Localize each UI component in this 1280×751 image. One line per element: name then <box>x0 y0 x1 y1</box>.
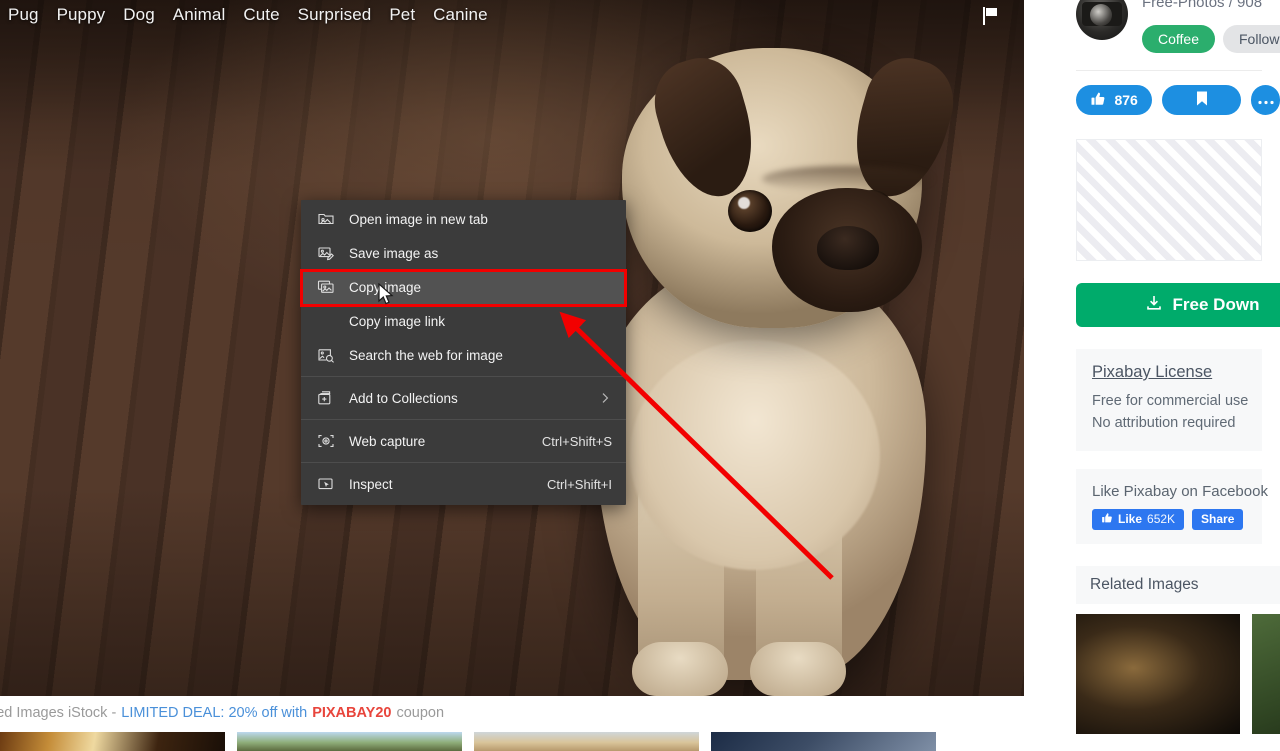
tag-link[interactable]: Puppy <box>57 5 106 25</box>
sponsored-images-bar: nsored Images iStock - LIMITED DEAL: 20%… <box>0 696 1024 730</box>
facebook-share-button[interactable]: Share <box>1192 508 1244 530</box>
menu-item-label: Search the web for image <box>349 347 503 363</box>
tag-link[interactable]: Animal <box>173 5 226 25</box>
sponsored-thumbnail[interactable] <box>0 732 225 751</box>
follow-button[interactable]: Follow <box>1223 25 1280 53</box>
facebook-like-button[interactable]: Like 652K <box>1092 508 1185 530</box>
download-icon <box>1145 294 1163 317</box>
tag-link[interactable]: Cute <box>243 5 279 25</box>
sponsored-thumbnail[interactable] <box>237 732 462 751</box>
save-button[interactable] <box>1162 85 1242 115</box>
menu-item-open-image-in-new-tab[interactable]: Open image in new tab <box>301 202 626 236</box>
related-images-title: Related Images <box>1076 565 1280 604</box>
pixabay-license-link[interactable]: Pixabay License <box>1092 363 1212 382</box>
sponsored-label: nsored Images iStock - <box>0 705 117 721</box>
free-download-button[interactable]: Free Down <box>1076 283 1280 327</box>
sidebar-scrollbar[interactable] <box>1274 0 1280 751</box>
tag-link[interactable]: Canine <box>433 5 487 25</box>
menu-item-label: Add to Collections <box>349 390 458 406</box>
no-icon <box>313 310 339 332</box>
collections-icon <box>313 387 339 409</box>
save-image-icon <box>313 242 339 264</box>
search-image-icon <box>313 344 339 366</box>
sponsored-thumbnail-row <box>0 732 1024 751</box>
sponsored-thumbnail[interactable] <box>711 732 936 751</box>
coupon-code: PIXABAY20 <box>312 705 392 721</box>
menu-item-search-the-web-for-image[interactable]: Search the web for image <box>301 338 626 372</box>
tag-link[interactable]: Pet <box>389 5 415 25</box>
menu-item-save-image-as[interactable]: Save image as <box>301 236 626 270</box>
tag-link[interactable]: Pug <box>8 5 39 25</box>
menu-item-label: Inspect <box>349 476 393 492</box>
sponsored-thumbnail[interactable] <box>474 732 699 751</box>
web-capture-icon <box>313 430 339 452</box>
flag-icon[interactable] <box>978 4 1002 28</box>
facebook-like-label: Like <box>1118 512 1143 527</box>
bookmark-icon <box>1195 90 1209 110</box>
menu-item-label: Copy image <box>349 279 422 295</box>
free-download-label: Free Down <box>1172 295 1260 314</box>
image-tag-list: Pug Puppy Dog Animal Cute Surprised Pet … <box>0 0 1024 30</box>
facebook-thumb-icon <box>1101 512 1113 527</box>
menu-item-label: Web capture <box>349 433 426 449</box>
like-button[interactable]: 876 <box>1076 85 1153 115</box>
menu-item-shortcut: Ctrl+Shift+S <box>541 433 612 449</box>
menu-item-label: Open image in new tab <box>349 211 488 227</box>
avatar[interactable] <box>1076 0 1128 40</box>
advertisement-placeholder[interactable] <box>1076 139 1262 261</box>
tag-link[interactable]: Dog <box>123 5 155 25</box>
author-row: Free-Photos / 908 Coffee Follow <box>1058 0 1280 58</box>
facebook-like-count: 652K <box>1147 512 1176 527</box>
chevron-right-icon <box>598 391 612 405</box>
author-name[interactable]: Free-Photos / 908 <box>1142 0 1262 11</box>
menu-item-inspect[interactable]: Inspect Ctrl+Shift+I <box>301 467 626 501</box>
image-context-menu[interactable]: Open image in new tab Save image as Copy… <box>301 200 626 505</box>
image-actions: 876 <box>1058 71 1280 115</box>
thumbs-up-icon <box>1090 91 1106 110</box>
like-count: 876 <box>1114 92 1138 108</box>
menu-item-label: Save image as <box>349 245 439 261</box>
coupon-suffix: coupon <box>396 705 445 721</box>
menu-separator <box>301 376 626 377</box>
sponsored-deal-text[interactable]: LIMITED DEAL: 20% off with <box>121 705 307 721</box>
menu-item-copy-image-link[interactable]: Copy image link <box>301 304 626 338</box>
menu-item-add-to-collections[interactable]: Add to Collections <box>301 381 626 415</box>
ellipsis-icon <box>1257 92 1274 108</box>
menu-item-copy-image[interactable]: Copy image <box>301 270 626 304</box>
menu-item-label: Copy image link <box>349 313 446 329</box>
inspect-icon <box>313 473 339 495</box>
right-sidebar: Free-Photos / 908 Coffee Follow 876 Free… <box>1058 0 1280 751</box>
tag-link[interactable]: Surprised <box>298 5 372 25</box>
license-line-2: No attribution required <box>1092 415 1236 432</box>
copy-image-icon <box>313 276 339 298</box>
menu-separator <box>301 462 626 463</box>
facebook-card: Like Pixabay on Facebook Like 652K Share <box>1076 468 1268 544</box>
license-line-1: Free for commercial use <box>1092 393 1249 409</box>
related-image-thumbnail[interactable] <box>1076 613 1240 734</box>
menu-item-web-capture[interactable]: Web capture Ctrl+Shift+S <box>301 424 626 458</box>
coffee-button[interactable]: Coffee <box>1142 25 1215 53</box>
license-card: Pixabay License Free for commercial use … <box>1076 349 1262 451</box>
menu-separator <box>301 419 626 420</box>
related-images-section: Related Images <box>1076 565 1280 734</box>
menu-item-shortcut: Ctrl+Shift+I <box>546 476 612 492</box>
facebook-card-title: Like Pixabay on Facebook <box>1092 482 1268 500</box>
open-image-new-tab-icon <box>313 208 339 230</box>
